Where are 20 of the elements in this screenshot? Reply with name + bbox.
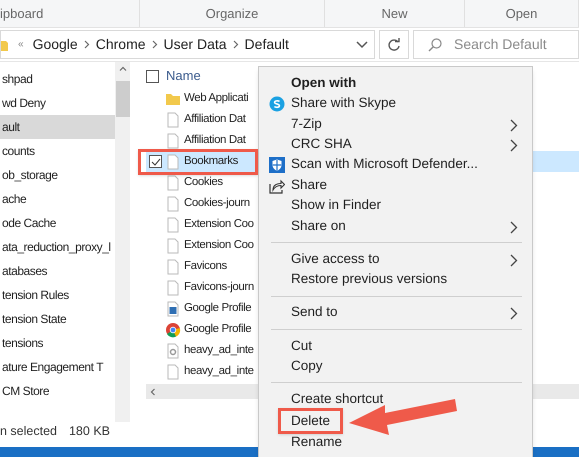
file-name: Affiliation Dat [184,132,246,148]
file-name: Bookmarks [184,154,238,169]
file-name: Extension Coo [184,238,254,253]
file-name: Extension Coo [184,216,254,232]
file-name: Favicons-journ [184,280,254,295]
file-name: Favicons [184,258,227,274]
file-name: Google Profile [184,322,252,337]
ribbon-group-label: ipboard [0,4,44,23]
file-name: Affiliation Dat [184,112,246,127]
file-name: Google Profile [184,300,252,316]
ribbon-group-label: Open [506,4,538,23]
status-selection: n selected [0,422,57,440]
ribbon-group-label: New [381,4,408,23]
status-size: 180 KB [68,422,110,440]
file-name: Cookies-journ [184,196,250,211]
file-name: heavy_ad_inte [184,364,254,379]
file-name: heavy_ad_inte [184,342,254,358]
file-name: Web Applicati [184,90,248,106]
file-name: Cookies [184,174,223,190]
ribbon-group-label: Organize [206,4,258,23]
